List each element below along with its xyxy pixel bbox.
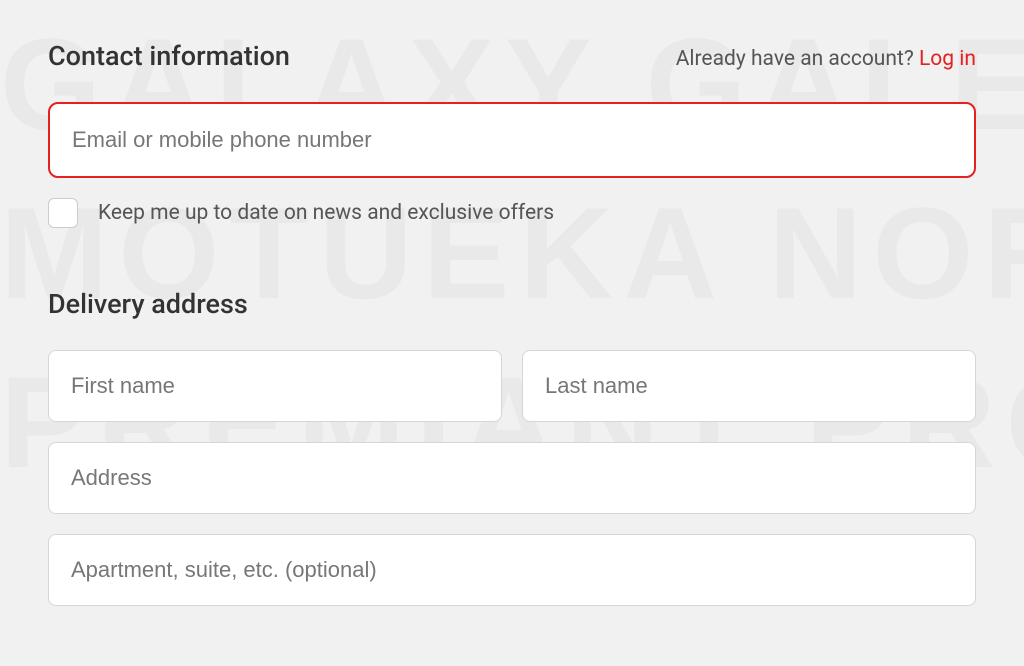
address-input[interactable] bbox=[48, 442, 976, 514]
account-prompt-container: Already have an account? Log in bbox=[676, 47, 976, 71]
apartment-input[interactable] bbox=[48, 534, 976, 606]
account-prompt-text: Already have an account? bbox=[676, 47, 919, 71]
first-name-input[interactable] bbox=[48, 350, 502, 422]
contact-header-row: Contact information Already have an acco… bbox=[48, 40, 976, 72]
last-name-input[interactable] bbox=[522, 350, 976, 422]
newsletter-label: Keep me up to date on news and exclusive… bbox=[98, 201, 554, 225]
name-input-row bbox=[48, 350, 976, 422]
checkout-form: Contact information Already have an acco… bbox=[0, 0, 1024, 666]
newsletter-checkbox-row: Keep me up to date on news and exclusive… bbox=[48, 198, 976, 228]
email-or-phone-input[interactable] bbox=[48, 102, 976, 178]
contact-heading: Contact information bbox=[48, 40, 290, 72]
delivery-heading: Delivery address bbox=[48, 288, 976, 320]
login-link[interactable]: Log in bbox=[919, 47, 976, 71]
newsletter-checkbox[interactable] bbox=[48, 198, 78, 228]
